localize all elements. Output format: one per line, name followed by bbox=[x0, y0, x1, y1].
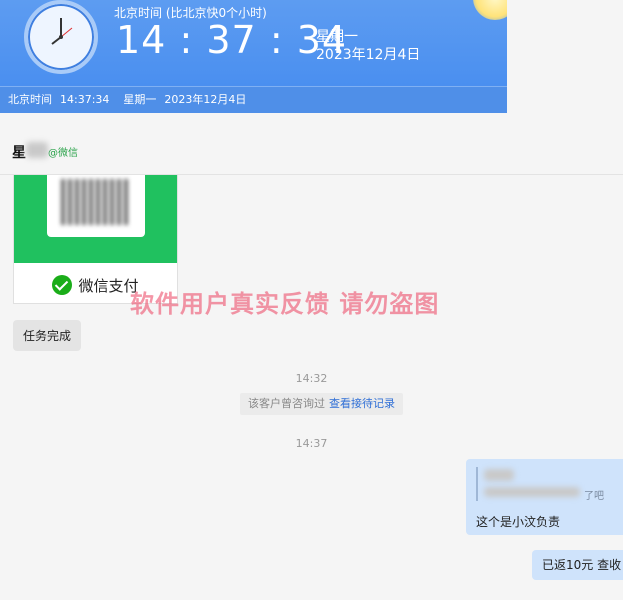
contact-name[interactable]: 星 bbox=[12, 142, 26, 162]
message-bubble-reply[interactable]: 了吧 这个是小汶负责 bbox=[466, 459, 623, 535]
clock-date: 2023年12月4日 bbox=[316, 47, 421, 63]
blurred-quote bbox=[484, 487, 580, 497]
quote-text: 了吧 bbox=[584, 491, 604, 502]
chat-header: 星 @微信 bbox=[0, 138, 623, 175]
wechat-pay-banner bbox=[14, 175, 177, 263]
clock-weekday: 星期一 bbox=[316, 29, 358, 45]
timestamp: 14:32 bbox=[295, 372, 328, 385]
qr-code bbox=[47, 175, 145, 237]
qr-code-pattern bbox=[61, 179, 131, 225]
watermark: 软件用户真实反馈 请勿盗图 bbox=[130, 290, 440, 318]
status-bar-date: 2023年12月4日 bbox=[164, 93, 247, 106]
view-history-link[interactable]: 查看接待记录 bbox=[329, 397, 395, 410]
blurred-name bbox=[26, 142, 48, 158]
status-bar-time: 14:37:34 bbox=[60, 93, 110, 106]
system-notice-text: 该客户曾咨询过 bbox=[248, 397, 325, 410]
time-colon: : bbox=[179, 18, 194, 62]
system-notice: 该客户曾咨询过 查看接待记录 bbox=[240, 393, 403, 415]
blurred-quote bbox=[484, 469, 514, 481]
timestamp: 14:37 bbox=[295, 437, 328, 450]
digital-time: 14 : 37 : 34 bbox=[116, 18, 347, 62]
message-bubble-task-done[interactable]: 任务完成 bbox=[13, 320, 82, 351]
clock-panel: 北京时间 (比北京快0个小时) 14 : 37 : 34 星期一 2023年12… bbox=[0, 0, 507, 86]
status-bar-label: 北京时间 bbox=[8, 93, 52, 106]
clock-status-bar: 北京时间 14:37:34 星期一 2023年12月4日 bbox=[0, 86, 507, 113]
analog-clock-icon bbox=[24, 0, 98, 74]
time-hours: 14 bbox=[116, 18, 167, 62]
time-colon: : bbox=[269, 18, 284, 62]
message-bubble-refund[interactable]: 已返10元 查收 bbox=[532, 550, 623, 580]
wechat-pay-icon bbox=[52, 275, 73, 295]
reply-text: 这个是小汶负责 bbox=[476, 515, 561, 529]
time-minutes: 37 bbox=[206, 18, 257, 62]
quote-bar bbox=[476, 467, 478, 501]
contact-source: @微信 bbox=[48, 148, 78, 159]
status-bar-weekday: 星期一 bbox=[123, 93, 157, 106]
sun-decoration bbox=[473, 0, 507, 20]
